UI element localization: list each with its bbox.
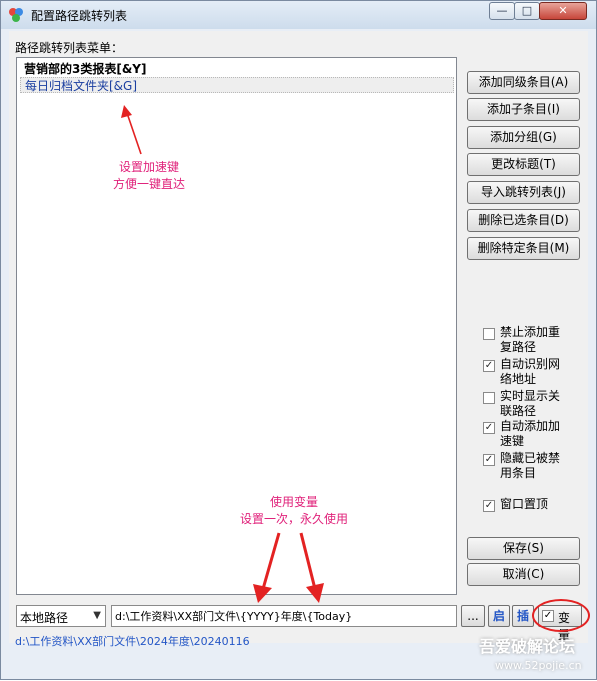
config-window: 配置路径跳转列表 — □ ✕ 路径跳转列表菜单： 营销部的3类报表[&Y] 每日… [0, 0, 597, 680]
arrow-to-accelerator [126, 112, 142, 155]
arrow-to-today-var [299, 532, 317, 590]
arrow-to-year-var [261, 532, 281, 590]
arrow-head [306, 583, 324, 603]
arrow-head [253, 584, 272, 603]
annotation-arrows [121, 105, 324, 603]
arrow-head [121, 105, 132, 118]
